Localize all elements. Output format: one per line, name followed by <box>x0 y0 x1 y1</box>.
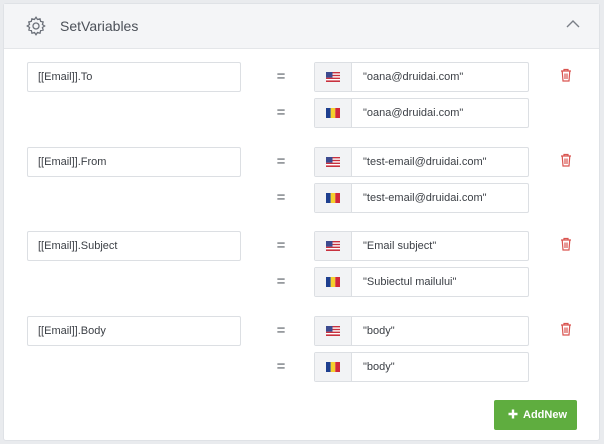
gear-icon <box>26 16 46 36</box>
us-flag-icon <box>326 241 340 251</box>
ro-flag-icon <box>326 362 340 372</box>
value-text: "oana@druidai.com" <box>363 71 464 83</box>
value-input-ro[interactable]: "body" <box>314 352 529 382</box>
equals-operator: = <box>276 237 286 254</box>
value-input-en[interactable]: "oana@druidai.com" <box>314 62 529 92</box>
panel-title: SetVariables <box>60 18 139 34</box>
variable-name-input[interactable]: [[Email]].Body <box>27 316 241 346</box>
equals-operator: = <box>276 104 286 121</box>
value-input-ro[interactable]: "oana@druidai.com" <box>314 98 529 128</box>
panel-header: SetVariables <box>4 4 599 49</box>
ro-flag-icon <box>326 108 340 118</box>
equals-operator: = <box>276 358 286 375</box>
variable-name-input[interactable]: [[Email]].Subject <box>27 231 241 261</box>
us-flag-icon <box>326 157 340 167</box>
trash-icon[interactable] <box>560 68 572 82</box>
us-flag-icon <box>326 326 340 336</box>
locale-selector[interactable] <box>315 148 352 176</box>
variable-row: [[Email]].To = = "oana@druidai.com" "oan… <box>4 62 599 129</box>
trash-icon[interactable] <box>560 322 572 336</box>
equals-operator: = <box>276 273 286 290</box>
variable-name-input[interactable]: [[Email]].From <box>27 147 241 177</box>
locale-selector[interactable] <box>315 353 352 381</box>
add-new-button[interactable]: AddNew <box>494 400 577 430</box>
locale-selector[interactable] <box>315 99 352 127</box>
value-text: "test-email@druidai.com" <box>363 156 487 168</box>
chevron-up-icon[interactable] <box>565 18 581 30</box>
locale-selector[interactable] <box>315 232 352 260</box>
value-input-ro[interactable]: "test-email@druidai.com" <box>314 183 529 213</box>
trash-icon[interactable] <box>560 237 572 251</box>
variable-name-input[interactable]: [[Email]].To <box>27 62 241 92</box>
ro-flag-icon <box>326 193 340 203</box>
locale-selector[interactable] <box>315 317 352 345</box>
ro-flag-icon <box>326 277 340 287</box>
variable-row: [[Email]].From = = "test-email@druidai.c… <box>4 147 599 214</box>
equals-operator: = <box>276 68 286 85</box>
locale-selector[interactable] <box>315 184 352 212</box>
us-flag-icon <box>326 72 340 82</box>
value-text: "body" <box>363 361 395 373</box>
add-new-label: AddNew <box>523 409 567 421</box>
plus-icon <box>508 409 518 419</box>
equals-operator: = <box>276 153 286 170</box>
locale-selector[interactable] <box>315 63 352 91</box>
value-input-en[interactable]: "Email subject" <box>314 231 529 261</box>
variable-row: [[Email]].Body = = "body" "body" <box>4 316 599 383</box>
locale-selector[interactable] <box>315 268 352 296</box>
value-text: "test-email@druidai.com" <box>363 192 487 204</box>
variable-row: [[Email]].Subject = = "Email subject" "S… <box>4 231 599 298</box>
trash-icon[interactable] <box>560 153 572 167</box>
equals-operator: = <box>276 322 286 339</box>
value-input-en[interactable]: "body" <box>314 316 529 346</box>
set-variables-panel: SetVariables [[Email]].To = = "oana@drui… <box>3 3 600 441</box>
value-text: "Subiectul mailului" <box>363 276 457 288</box>
value-text: "body" <box>363 325 395 337</box>
equals-operator: = <box>276 189 286 206</box>
value-input-ro[interactable]: "Subiectul mailului" <box>314 267 529 297</box>
value-text: "oana@druidai.com" <box>363 107 464 119</box>
value-text: "Email subject" <box>363 240 437 252</box>
value-input-en[interactable]: "test-email@druidai.com" <box>314 147 529 177</box>
